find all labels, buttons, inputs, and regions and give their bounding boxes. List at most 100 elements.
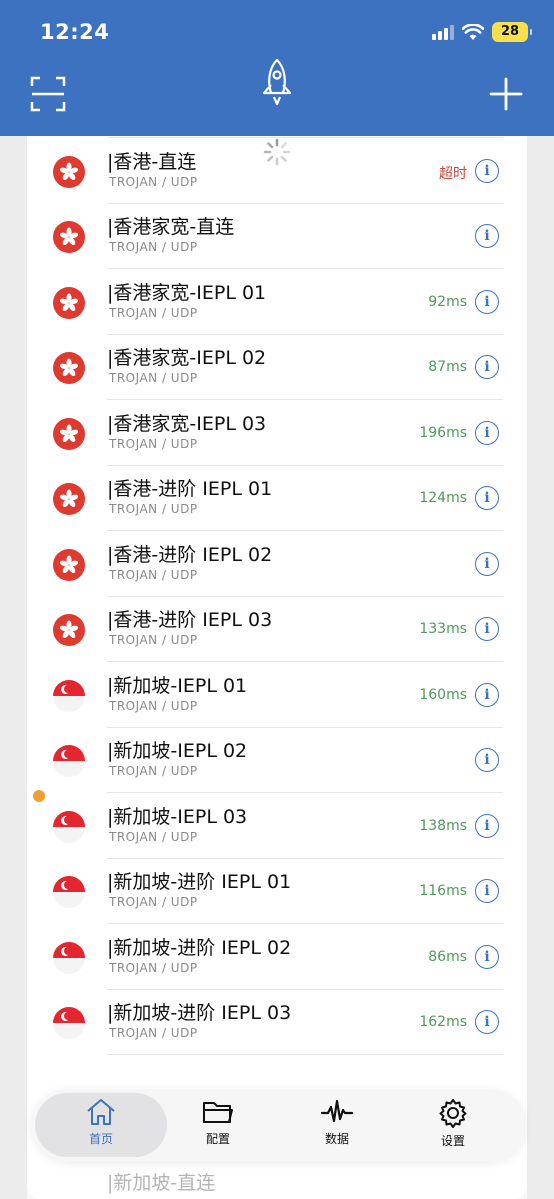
- server-row[interactable]: |新加坡-进阶 IEPL 03 TROJAN / UDP 162ms i: [27, 990, 527, 1055]
- latency-label: 86ms: [428, 948, 467, 965]
- battery-indicator: 28: [492, 22, 532, 42]
- singapore-flag-icon: [53, 1007, 85, 1039]
- server-name: |新加坡-IEPL 02: [107, 740, 248, 762]
- tab-config[interactable]: 配置: [163, 1097, 273, 1157]
- info-icon[interactable]: i: [475, 551, 499, 576]
- info-icon[interactable]: i: [475, 158, 499, 183]
- server-protocol: TROJAN / UDP: [109, 305, 198, 320]
- singapore-flag-icon: [53, 876, 85, 908]
- server-protocol: TROJAN / UDP: [109, 174, 198, 189]
- info-icon[interactable]: i: [475, 813, 499, 838]
- plus-icon: [489, 77, 523, 111]
- server-name: |香港家宽-IEPL 03: [107, 412, 267, 435]
- singapore-flag-icon: [53, 679, 85, 712]
- hong-kong-flag-icon: [53, 221, 85, 253]
- tab-home[interactable]: 首页: [46, 1097, 156, 1157]
- hong-kong-flag-icon: [53, 286, 85, 319]
- server-row[interactable]: |香港-进阶 IEPL 03 TROJAN / UDP 133ms i: [27, 597, 527, 662]
- server-row[interactable]: |新加坡-IEPL 02 TROJAN / UDP i: [27, 728, 527, 793]
- server-protocol: TROJAN / UDP: [109, 960, 198, 975]
- server-row[interactable]: |香港家宽-IEPL 03 TROJAN / UDP 196ms i: [27, 401, 527, 466]
- server-protocol: TROJAN / UDP: [109, 895, 198, 909]
- selected-indicator: [33, 790, 45, 802]
- waveform-icon: [320, 1099, 354, 1123]
- server-name: |香港-进阶 IEPL 03: [107, 609, 273, 631]
- hong-kong-flag-icon: [53, 417, 85, 450]
- latency-label: 160ms: [419, 686, 467, 703]
- latency-label: 124ms: [419, 490, 467, 506]
- info-icon[interactable]: i: [475, 289, 499, 314]
- server-row[interactable]: |新加坡-IEPL 01 TROJAN / UDP 160ms i: [27, 663, 527, 728]
- server-name: |香港家宽-IEPL 01: [107, 281, 267, 304]
- server-row[interactable]: |香港-进阶 IEPL 01 TROJAN / UDP 124ms i: [27, 466, 527, 531]
- info-icon[interactable]: i: [475, 224, 499, 248]
- server-row[interactable]: |新加坡-进阶 IEPL 01 TROJAN / UDP 116ms i: [27, 859, 527, 924]
- hong-kong-flag-icon: [53, 483, 85, 515]
- add-button[interactable]: [484, 72, 528, 116]
- latency-label: 138ms: [419, 817, 467, 834]
- singapore-flag-icon: [53, 810, 85, 843]
- app-header: 12:24 28: [0, 0, 554, 136]
- server-protocol: TROJAN / UDP: [109, 502, 198, 516]
- server-name: |香港-进阶 IEPL 01: [107, 478, 273, 500]
- latency-label: 196ms: [419, 424, 467, 441]
- latency-label: 133ms: [419, 621, 467, 637]
- info-icon[interactable]: i: [475, 879, 499, 903]
- row-divider: [107, 1054, 503, 1055]
- latency-label: 116ms: [419, 883, 467, 899]
- status-icons: 28: [432, 22, 532, 42]
- list-fade: [27, 1165, 527, 1199]
- server-protocol: TROJAN / UDP: [109, 567, 198, 582]
- info-icon[interactable]: i: [475, 1010, 499, 1034]
- scan-button[interactable]: [26, 72, 70, 116]
- home-icon: [87, 1099, 115, 1125]
- server-name: |香港-进阶 IEPL 02: [107, 543, 273, 566]
- hong-kong-flag-icon: [53, 614, 85, 646]
- tab-data-label: 数据: [324, 1132, 349, 1146]
- latency-label: 87ms: [428, 359, 467, 375]
- server-protocol: TROJAN / UDP: [109, 633, 198, 647]
- hong-kong-flag-icon: [53, 352, 85, 384]
- tab-bar: 首页 配置 数据 设置: [32, 1089, 526, 1161]
- info-icon[interactable]: i: [475, 420, 499, 445]
- server-protocol: TROJAN / UDP: [109, 371, 198, 385]
- server-row[interactable]: |香港家宽-IEPL 01 TROJAN / UDP 92ms i: [27, 270, 527, 335]
- server-row[interactable]: |香港-进阶 IEPL 02 TROJAN / UDP i: [27, 532, 527, 597]
- server-row[interactable]: |香港家宽-IEPL 02 TROJAN / UDP 87ms i: [27, 335, 527, 400]
- info-icon[interactable]: i: [475, 617, 499, 641]
- hong-kong-flag-icon: [53, 548, 85, 581]
- info-icon[interactable]: i: [475, 486, 499, 510]
- info-icon[interactable]: i: [475, 682, 499, 707]
- server-protocol: TROJAN / UDP: [109, 240, 198, 254]
- server-name: |香港家宽-直连: [107, 216, 235, 238]
- wifi-icon: [462, 23, 484, 40]
- hong-kong-flag-icon: [53, 155, 85, 188]
- tab-config-label: 配置: [205, 1132, 230, 1146]
- server-name: |新加坡-进阶 IEPL 01: [107, 871, 292, 893]
- server-protocol: TROJAN / UDP: [109, 829, 198, 844]
- app-logo: [255, 58, 299, 106]
- info-icon[interactable]: i: [475, 355, 499, 379]
- tab-settings[interactable]: 设置: [398, 1097, 508, 1157]
- rocket-icon: [262, 58, 292, 106]
- tab-data[interactable]: 数据: [282, 1097, 392, 1157]
- singapore-flag-icon: [53, 745, 85, 777]
- cellular-signal-icon: [432, 24, 454, 40]
- server-name: |新加坡-进阶 IEPL 02: [107, 936, 292, 959]
- server-row[interactable]: |香港家宽-直连 TROJAN / UDP i: [27, 204, 527, 269]
- tab-home-label: 首页: [88, 1132, 113, 1146]
- server-protocol: TROJAN / UDP: [109, 1026, 198, 1040]
- server-row[interactable]: |新加坡-IEPL 03 TROJAN / UDP 138ms i: [27, 794, 527, 859]
- server-protocol: TROJAN / UDP: [109, 764, 198, 778]
- partial-row-name: |新加坡-直连: [107, 1172, 216, 1194]
- gear-icon: [439, 1099, 467, 1128]
- server-name: |香港-直连: [107, 150, 197, 173]
- info-icon[interactable]: i: [475, 944, 499, 969]
- server-row[interactable]: |新加坡-进阶 IEPL 02 TROJAN / UDP 86ms i: [27, 925, 527, 990]
- status-time: 12:24: [40, 20, 110, 44]
- server-name: |新加坡-IEPL 03: [107, 805, 248, 828]
- server-list: |香港-IEPL 04TROJAN / UDP超时i|香港-直连TROJAN /…: [27, 100, 527, 1199]
- info-icon[interactable]: i: [475, 748, 499, 772]
- server-name: |新加坡-IEPL 01: [107, 674, 248, 697]
- scan-icon: [30, 76, 66, 112]
